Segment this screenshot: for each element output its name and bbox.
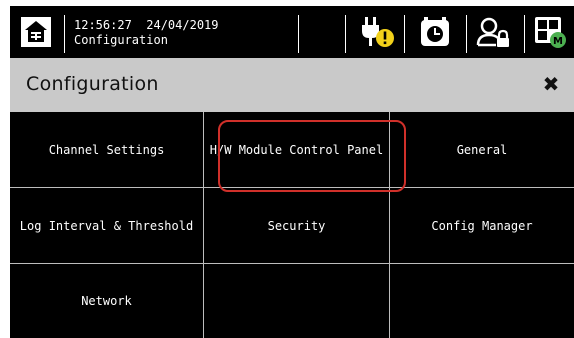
button-label: Config Manager: [431, 218, 533, 233]
home-button[interactable]: [10, 6, 62, 58]
divider: [298, 15, 299, 53]
config-manager-button[interactable]: Config Manager: [390, 188, 574, 264]
button-label: Channel Settings: [48, 142, 165, 157]
close-button[interactable]: ✖: [538, 71, 564, 97]
time-text: 12:56:27: [74, 18, 132, 32]
channel-settings-button[interactable]: Channel Settings: [10, 112, 204, 188]
home-icon: [21, 17, 51, 47]
power-warning-icon: [362, 17, 394, 47]
button-label: General: [456, 142, 508, 157]
security-button[interactable]: Security: [204, 188, 390, 264]
network-button[interactable]: Network: [10, 264, 204, 338]
log-interval-threshold-button[interactable]: Log Interval & Threshold: [10, 188, 204, 264]
power-status-button[interactable]: [358, 12, 398, 52]
modules-button[interactable]: M: [530, 12, 570, 52]
divider: [524, 15, 525, 53]
divider: [404, 15, 405, 53]
button-label: Log Interval & Threshold: [19, 218, 194, 233]
button-label: Network: [81, 294, 132, 308]
general-button[interactable]: General: [390, 112, 574, 188]
clock-display: 12:56:27 24/04/2019 Configuration: [74, 18, 219, 48]
screen-name-text: Configuration: [74, 33, 168, 47]
user-lock-icon: [476, 17, 509, 47]
divider: [345, 15, 346, 53]
empty-grid-cell: [390, 264, 574, 338]
hw-module-control-panel-button[interactable]: H/W Module Control Panel: [204, 112, 390, 188]
empty-grid-cell: [204, 264, 390, 338]
scheduler-clock-icon: [421, 17, 449, 46]
page-header: Configuration ✖: [10, 58, 574, 112]
svg-text:M: M: [553, 36, 563, 47]
user-login-button[interactable]: [474, 12, 514, 52]
button-label: Security: [267, 218, 326, 233]
modules-status-icon: M: [535, 17, 566, 48]
close-icon: ✖: [542, 72, 560, 96]
button-label: H/W Module Control Panel: [209, 142, 384, 157]
date-text: 24/04/2019: [146, 18, 219, 32]
page-title: Configuration: [26, 73, 159, 95]
divider: [466, 15, 467, 53]
scheduler-button[interactable]: [415, 12, 455, 52]
status-bar: 12:56:27 24/04/2019 Configuration M: [10, 6, 574, 58]
divider: [64, 15, 65, 53]
configuration-menu-grid: Channel Settings H/W Module Control Pane…: [10, 112, 574, 338]
touch-screen: 12:56:27 24/04/2019 Configuration M Conf…: [10, 6, 574, 338]
